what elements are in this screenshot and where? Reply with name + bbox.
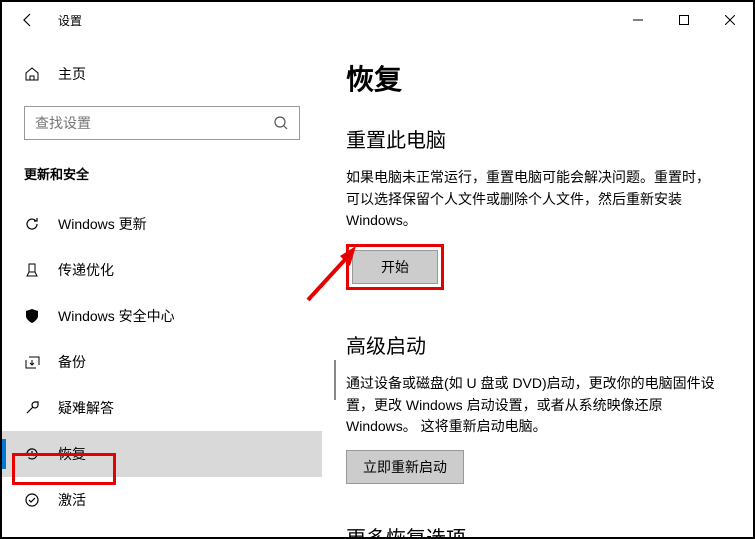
home-icon xyxy=(24,66,40,82)
restart-now-button[interactable]: 立即重新启动 xyxy=(346,450,464,484)
sidebar-item-label: 传递优化 xyxy=(58,260,114,280)
sidebar-item-activation[interactable]: 激活 xyxy=(2,477,322,523)
search-box[interactable] xyxy=(24,106,300,140)
home-link[interactable]: 主页 xyxy=(2,56,322,92)
scroll-indicator xyxy=(334,360,336,400)
sidebar-item-label: 恢复 xyxy=(58,444,86,464)
backup-icon xyxy=(24,354,40,370)
close-button[interactable] xyxy=(707,4,753,36)
more-options-heading: 更多恢复选项 xyxy=(346,522,719,537)
sidebar-item-label: Windows 安全中心 xyxy=(58,306,175,326)
minimize-button[interactable] xyxy=(615,4,661,36)
reset-start-button[interactable]: 开始 xyxy=(352,250,438,284)
back-arrow-icon xyxy=(20,12,36,28)
history-icon xyxy=(24,446,40,462)
reset-body: 如果电脑未正常运行，重置电脑可能会解决问题。重置时，可以选择保留个人文件或删除个… xyxy=(346,167,719,232)
minimize-icon xyxy=(633,15,643,25)
search-input[interactable] xyxy=(35,115,273,131)
advanced-heading: 高级启动 xyxy=(346,330,719,359)
sidebar-section-header: 更新和安全 xyxy=(2,140,322,191)
sidebar-item-label: 疑难解答 xyxy=(58,398,114,418)
sidebar: 主页 更新和安全 Windows 更新 传递优化 Windows 安全中心 备份 xyxy=(2,38,322,537)
advanced-body: 通过设备或磁盘(如 U 盘或 DVD)启动，更改你的电脑固件设置，更改 Wind… xyxy=(346,373,719,438)
reset-heading: 重置此电脑 xyxy=(346,124,719,153)
shield-icon xyxy=(24,308,40,324)
sidebar-item-troubleshoot[interactable]: 疑难解答 xyxy=(2,385,322,431)
refresh-icon xyxy=(24,216,40,232)
sidebar-item-delivery[interactable]: 传递优化 xyxy=(2,247,322,293)
sidebar-item-backup[interactable]: 备份 xyxy=(2,339,322,385)
close-icon xyxy=(725,15,735,25)
maximize-icon xyxy=(679,15,689,25)
main-content: 恢复 重置此电脑 如果电脑未正常运行，重置电脑可能会解决问题。重置时，可以选择保… xyxy=(322,38,753,537)
sidebar-item-label: Windows 更新 xyxy=(58,214,147,234)
sidebar-item-recovery[interactable]: 恢复 xyxy=(2,431,322,477)
window-controls xyxy=(615,4,753,36)
window-title: 设置 xyxy=(58,12,82,29)
back-button[interactable] xyxy=(14,6,42,34)
annotation-highlight-start: 开始 xyxy=(346,244,444,290)
search-icon xyxy=(273,115,289,131)
page-title: 恢复 xyxy=(346,58,719,98)
titlebar: 设置 xyxy=(2,2,753,38)
sidebar-item-label: 备份 xyxy=(58,352,86,372)
sidebar-item-security[interactable]: Windows 安全中心 xyxy=(2,293,322,339)
sidebar-item-label: 激活 xyxy=(58,490,86,510)
maximize-button[interactable] xyxy=(661,4,707,36)
delivery-icon xyxy=(24,262,40,278)
sidebar-item-windows-update[interactable]: Windows 更新 xyxy=(2,201,322,247)
home-label: 主页 xyxy=(58,64,86,84)
activation-icon xyxy=(24,492,40,508)
troubleshoot-icon xyxy=(24,400,40,416)
